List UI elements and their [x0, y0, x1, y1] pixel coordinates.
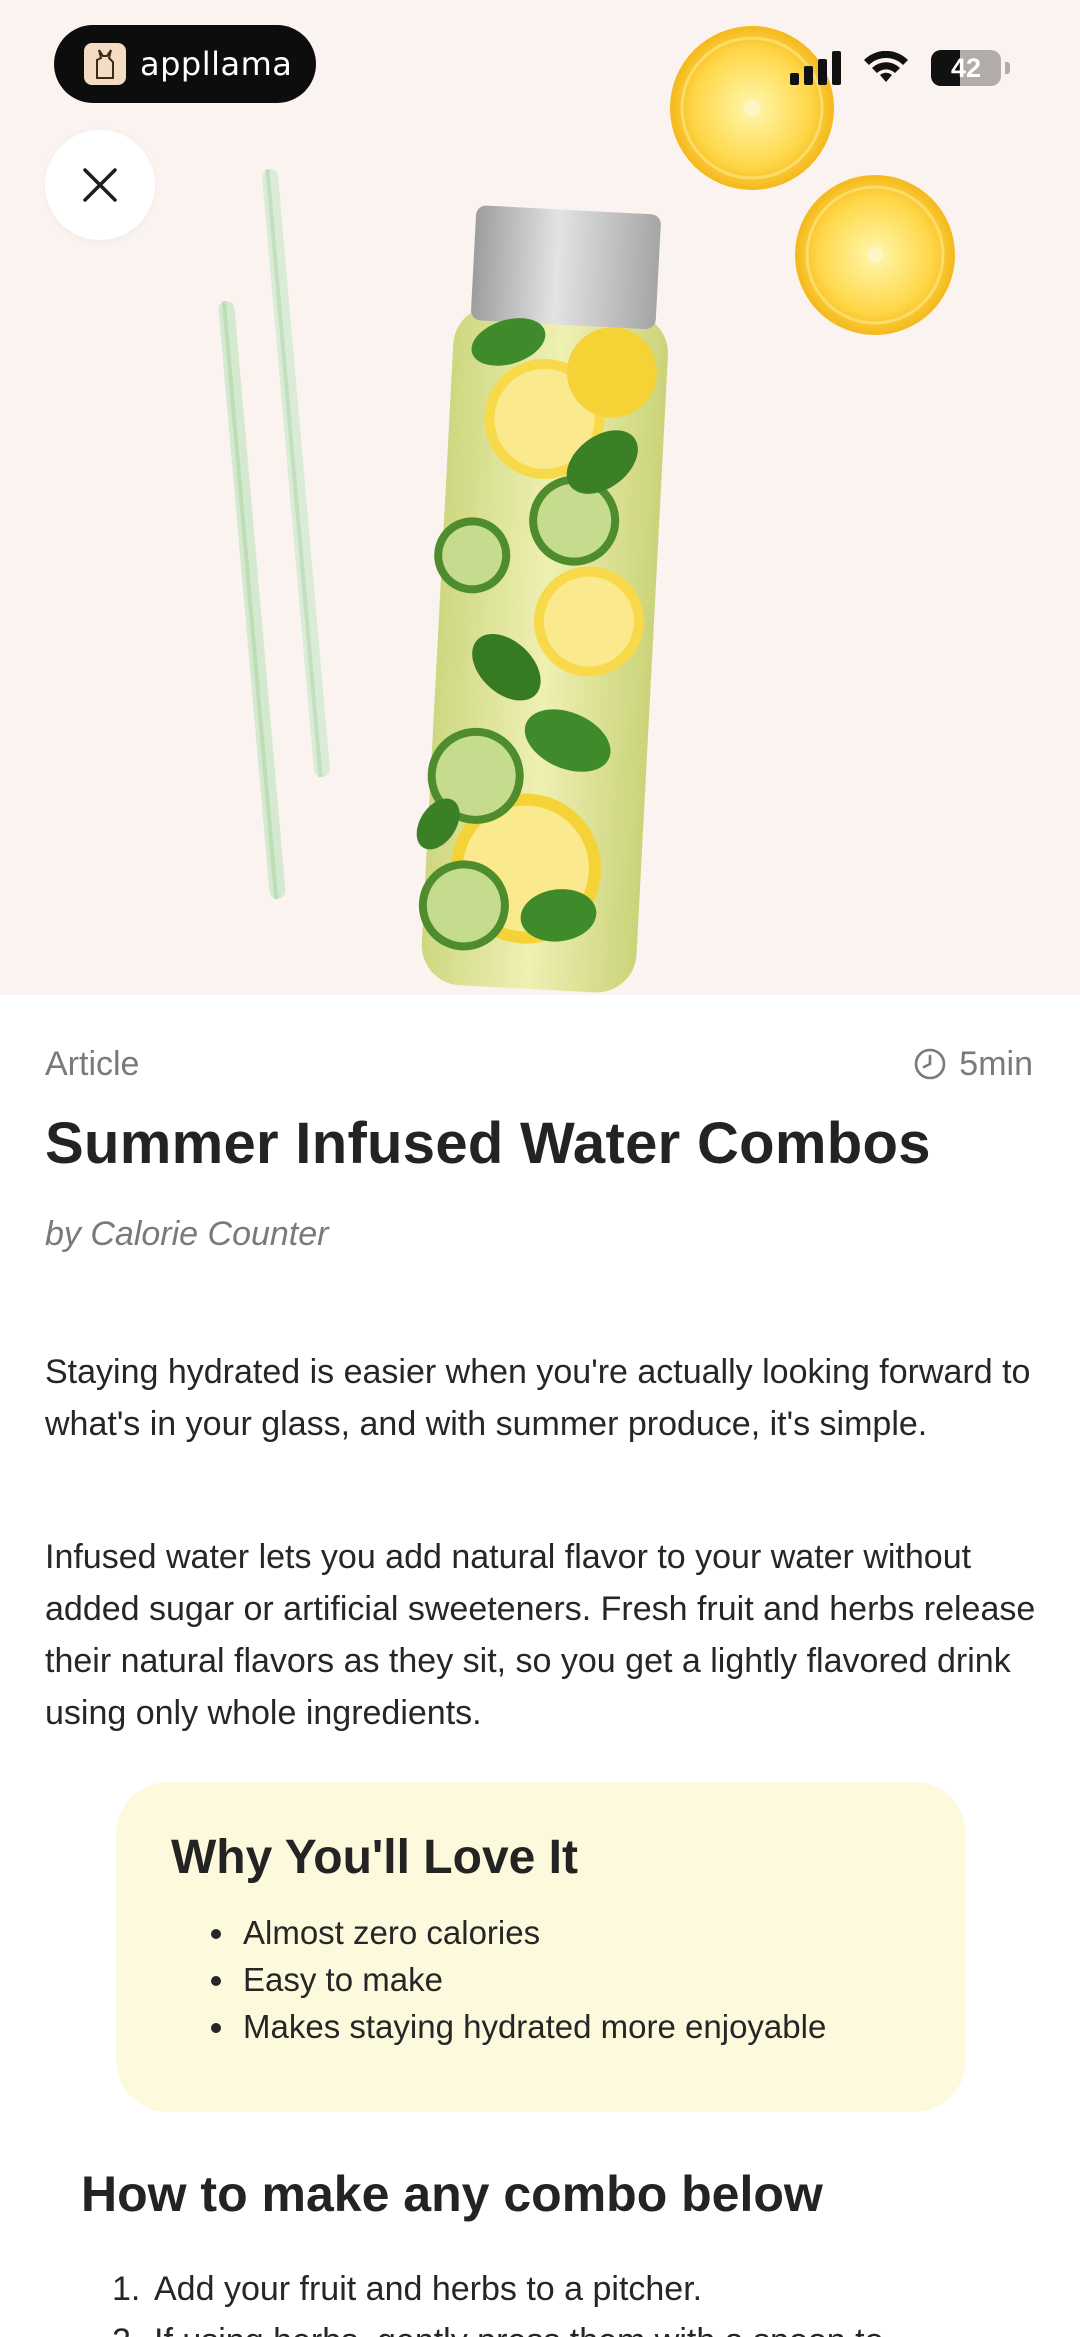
- list-item: Makes staying hydrated more enjoyable: [171, 2003, 966, 2050]
- step-number: 1.: [112, 2270, 141, 2308]
- straws: [218, 169, 330, 900]
- llama-icon: [84, 43, 126, 85]
- step-item: 1. Add your fruit and herbs to a pitcher.: [112, 2263, 1012, 2315]
- list-item: Almost zero calories: [171, 1909, 966, 1956]
- duration-text: 5min: [959, 1044, 1033, 1083]
- step-item: 2. If using herbs, gently press them with…: [112, 2315, 1012, 2337]
- brand-watermark: appllama: [54, 25, 316, 103]
- battery-tip: [1005, 62, 1010, 74]
- article-type-label: Article: [45, 1044, 140, 1083]
- howto-title: How to make any combo below: [81, 2166, 823, 2222]
- close-button[interactable]: [45, 130, 155, 240]
- step-text: If using herbs, gently press them with a…: [154, 2322, 884, 2337]
- signal-icon: [790, 51, 841, 85]
- close-icon: [83, 168, 117, 202]
- article-meta: Article 5min: [45, 1040, 1033, 1088]
- hero-image: [0, 0, 1080, 995]
- battery-level: 42: [950, 52, 982, 83]
- article-duration: 5min: [913, 1045, 1033, 1084]
- infused-water-photo: [218, 26, 955, 993]
- howto-steps: 1. Add your fruit and herbs to a pitcher.…: [112, 2263, 1012, 2337]
- article-title: Summer Infused Water Combos: [45, 1111, 931, 1176]
- article-paragraph: Infused water lets you add natural flavo…: [45, 1538, 1036, 1732]
- battery-icon: 42: [931, 50, 1001, 86]
- step-number: 2.: [112, 2315, 140, 2337]
- article-paragraph: Staying hydrated is easier when you're a…: [45, 1353, 1031, 1443]
- brand-name: appllama: [140, 45, 293, 83]
- why-love-list: Almost zero calories Easy to make Makes …: [171, 1909, 966, 2050]
- article-byline: by Calorie Counter: [45, 1215, 329, 1253]
- bottle: [416, 205, 669, 993]
- why-love-title: Why You'll Love It: [171, 1831, 578, 1884]
- status-bar: 42: [790, 50, 1010, 86]
- list-item: Easy to make: [171, 1956, 966, 2003]
- clock-icon: [914, 1048, 946, 1080]
- wifi-icon: [864, 51, 908, 82]
- why-love-box: Why You'll Love It Almost zero calories …: [116, 1782, 966, 2112]
- step-text: Add your fruit and herbs to a pitcher.: [154, 2270, 703, 2308]
